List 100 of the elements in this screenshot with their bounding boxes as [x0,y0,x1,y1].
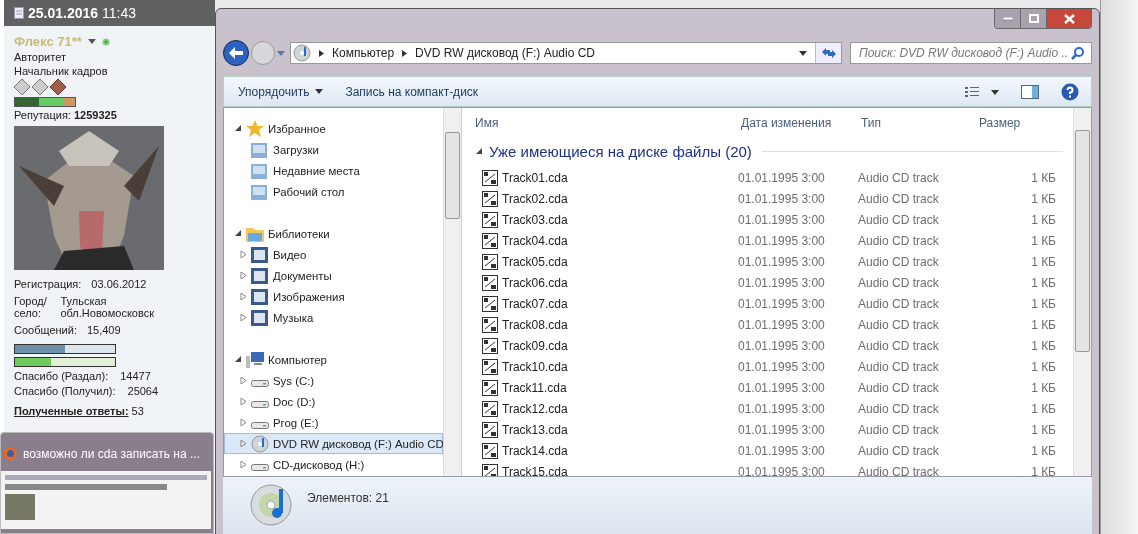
folder-icon [246,225,264,242]
preview-title: возможно ли cda записать на ... [23,447,200,461]
breadcrumb[interactable]: DVD RW дисковод (F:) Audio CD [415,46,595,60]
file-type: Audio CD track [858,422,940,437]
answers-label: Полученные ответы: [14,405,129,417]
back-button[interactable] [223,40,249,66]
column-header[interactable]: Размер [976,116,1056,130]
nav-item[interactable]: Библиотеки [224,223,443,244]
file-size: 1 КБ [1030,296,1056,311]
file-name[interactable]: Track07.cda [502,296,568,311]
taskbar-preview[interactable]: возможно ли cda записать на ... [0,432,214,534]
file-name[interactable]: Track11.cda [502,380,567,395]
group-header[interactable]: Уже имеющиеся на диске файлы (20) [472,138,1073,164]
minimize-button[interactable] [995,9,1021,28]
audio-file-icon [482,442,498,459]
close-button[interactable] [1047,9,1091,28]
reputation-meter-icon [14,97,76,107]
expand-arrow-icon[interactable] [235,125,242,132]
star-icon [246,120,264,137]
file-date: 01.01.1995 3:00 [738,464,826,476]
search-icon [1071,46,1085,60]
disc-icon [251,434,269,453]
audio-file-icon [482,379,498,396]
file-name[interactable]: Track13.cda [502,422,568,437]
file-name[interactable]: Track06.cda [502,275,568,290]
audio-file-icon [482,358,498,375]
file-type: Audio CD track [858,191,940,206]
file-date: 01.01.1995 3:00 [738,170,826,185]
audio-file-icon [482,421,498,438]
file-name[interactable]: Track05.cda [502,254,568,269]
file-size: 1 КБ [1030,254,1056,269]
details-view-icon [965,85,999,98]
file-name[interactable]: Track10.cda [502,359,568,374]
column-header[interactable]: Тип [858,116,976,130]
folder-icon [251,162,269,179]
detail-value: Тульская обл.Новомосковск [60,295,154,319]
nav-item[interactable]: Sys (C:) [224,370,443,391]
nav-item[interactable]: Недавние места [224,160,443,181]
expand-arrow-icon[interactable] [235,230,242,237]
file-name[interactable]: Track09.cda [502,338,568,353]
document-icon [14,7,24,19]
post-time: 11:43 [102,5,137,21]
file-name[interactable]: Track08.cda [502,317,568,332]
caret-icon[interactable] [87,38,96,45]
file-size: 1 КБ [1030,422,1056,437]
file-name[interactable]: Track01.cda [502,170,568,185]
nav-item[interactable]: Doc (D:) [224,391,443,412]
nav-item[interactable]: Компьютер [224,349,443,370]
maximize-button[interactable] [1021,9,1047,28]
address-bar[interactable]: Компьютер DVD RW дисковод (F:) Audio CD [290,42,842,64]
refresh-button[interactable] [815,43,841,63]
file-name[interactable]: Track12.cda [502,401,568,416]
toolbar-button[interactable]: Упорядочить [234,82,328,101]
file-date: 01.01.1995 3:00 [738,233,826,248]
nav-item[interactable]: Рабочий стол [224,181,443,202]
user-title: Начальник кадров [14,65,108,77]
computer-icon [246,351,264,368]
nav-item[interactable]: Изображения [224,286,443,307]
breadcrumb[interactable]: Компьютер [332,46,395,60]
file-name[interactable]: Track14.cda [502,443,568,458]
file-date: 01.01.1995 3:00 [738,212,826,227]
collapse-arrow-icon[interactable] [476,147,483,155]
audio-file-icon [482,211,498,228]
nav-item[interactable]: Видео [224,244,443,265]
disc-icon [293,44,311,62]
scrollbar[interactable] [1073,108,1091,476]
column-header[interactable]: Имя [472,116,738,130]
nav-item[interactable]: Загрузки [224,139,443,160]
nav-item[interactable]: Избранное [224,118,443,139]
file-size: 1 КБ [1030,275,1056,290]
toolbar-button[interactable]: Запись на компакт-диск [341,82,483,101]
file-date: 01.01.1995 3:00 [738,338,826,353]
audio-file-icon [482,295,498,312]
file-type: Audio CD track [858,254,940,269]
file-name[interactable]: Track03.cda [502,212,568,227]
drive-icon [251,380,269,387]
file-size: 1 КБ [1030,317,1056,332]
file-size: 1 КБ [1030,380,1056,395]
nav-item[interactable]: DVD RW дисковод (F:) Audio CD [224,433,443,454]
scrollbar[interactable] [443,108,461,476]
file-name[interactable]: Track02.cda [502,191,568,206]
file-type: Audio CD track [858,212,940,227]
file-name[interactable]: Track15.cda [502,464,568,476]
detail-value: 03.06.2012 [91,278,148,290]
file-type: Audio CD track [858,296,940,311]
file-name[interactable]: Track04.cda [502,233,568,248]
audio-file-icon [482,190,498,207]
nav-item[interactable]: Prog (E:) [224,412,443,433]
nav-item[interactable]: CD-дисковод (H:) [224,454,443,475]
audio-file-icon [482,232,498,249]
column-header[interactable]: Дата изменения [738,116,858,130]
file-date: 01.01.1995 3:00 [738,380,826,395]
expand-arrow-icon[interactable] [235,356,242,363]
file-size: 1 КБ [1030,464,1056,476]
audio-file-icon [482,274,498,291]
refresh-icon [820,47,837,59]
caret-icon[interactable] [799,50,807,56]
nav-item[interactable]: Музыка [224,307,443,328]
nav-item[interactable]: Документы [224,265,443,286]
file-size: 1 КБ [1030,212,1056,227]
